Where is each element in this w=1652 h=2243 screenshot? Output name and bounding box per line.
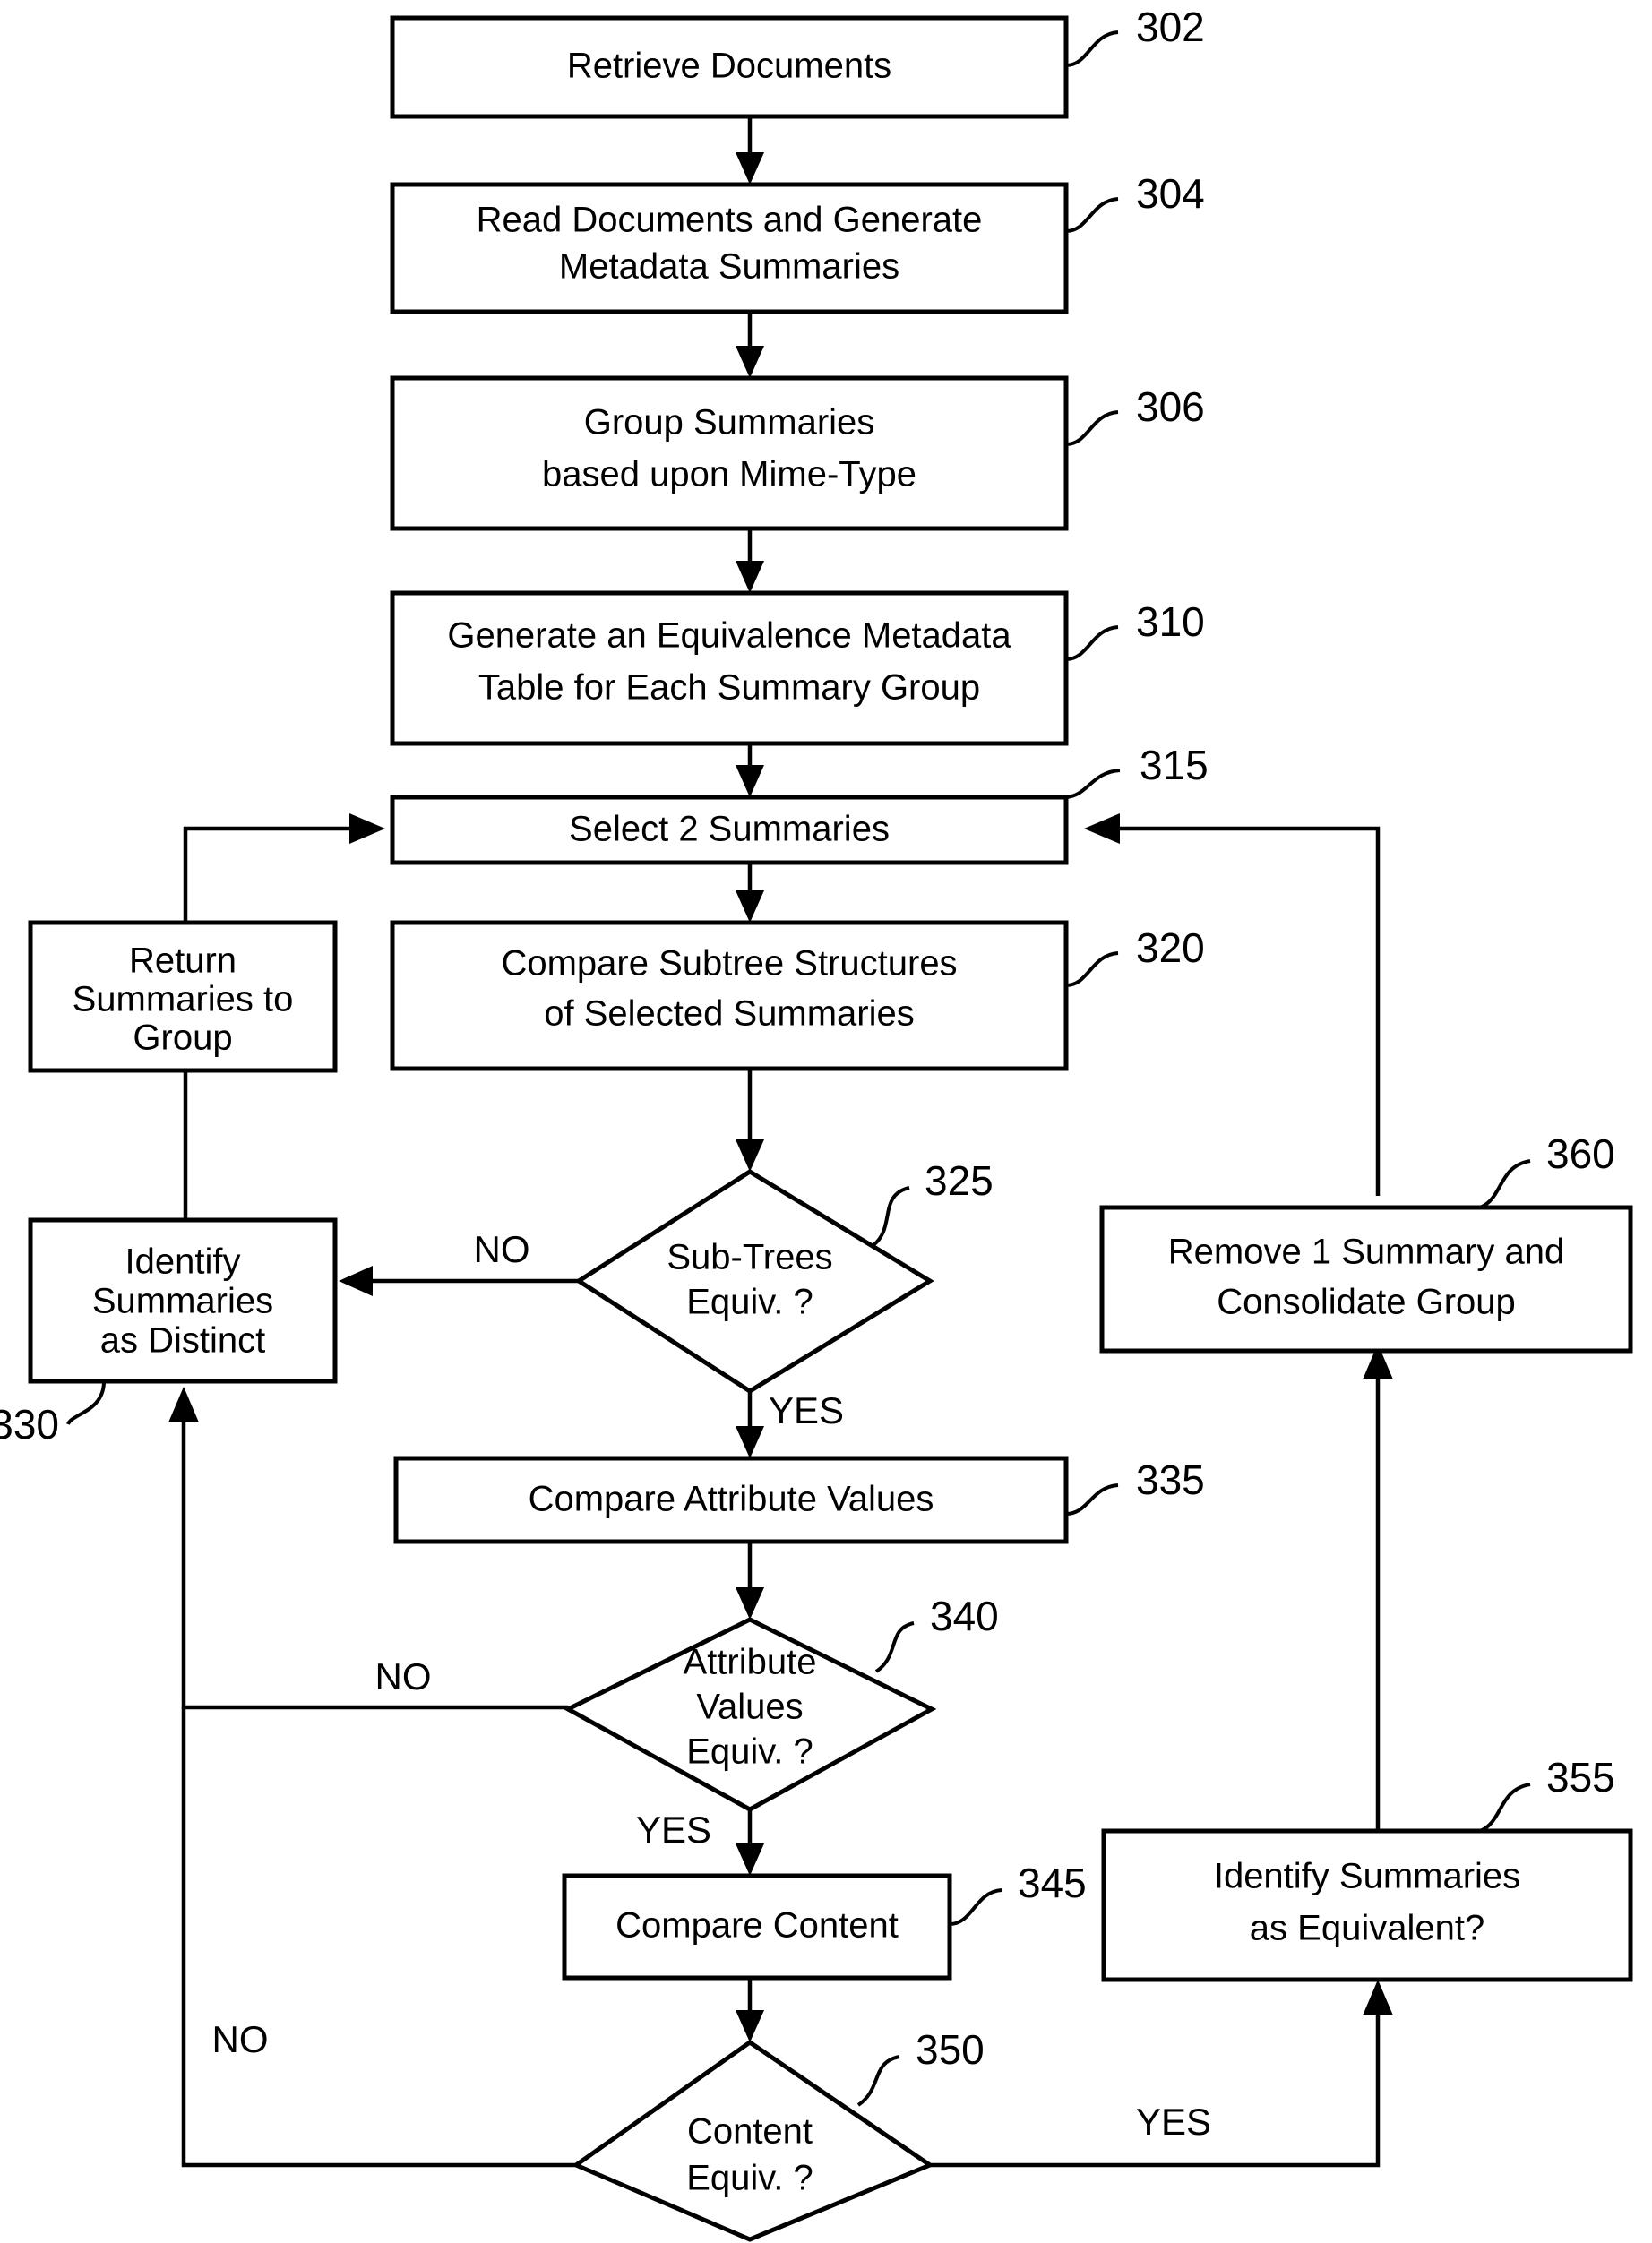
node-label-line3: Equiv. ? [686, 1732, 813, 1772]
connector-360-to-315 [1084, 813, 1381, 1196]
ref-number-325: 325 [925, 1157, 994, 1204]
node-label-line1: Read Documents and Generate [477, 201, 983, 240]
connector-345-to-350 [736, 1978, 764, 2042]
ref-number-330: 330 [0, 1401, 59, 1448]
connector-325-no-to-distinct [339, 1266, 579, 1296]
node-label-line2: Summaries to [73, 980, 294, 1019]
node-label-line2: based upon Mime-Type [542, 455, 916, 494]
ref-number-340: 340 [930, 1593, 999, 1639]
node-label-line1: Identify [125, 1242, 241, 1282]
ref-leader-304: 304 [1065, 170, 1205, 233]
node-read-documents-generate-summaries[interactable]: Read Documents and Generate Metadata Sum… [390, 182, 1069, 314]
connector-350-no-to-left-rail [181, 1707, 576, 2168]
node-label-line1: Generate an Equivalence Metadata [447, 616, 1011, 656]
ref-number-350: 350 [916, 2026, 985, 2073]
flowchart-svg: Retrieve Documents 302 Read Documents an… [0, 4, 1633, 2242]
node-label: Compare Attribute Values [529, 1480, 934, 1519]
connector-302-to-304 [736, 116, 764, 185]
flowchart-canvas: Retrieve Documents 302 Read Documents an… [0, 0, 1652, 2243]
ref-leader-310: 310 [1065, 598, 1205, 661]
node-identify-summaries-as-equivalent[interactable]: Identify Summaries as Equivalent? [1101, 1828, 1633, 1982]
node-label-line3: Group [133, 1018, 232, 1058]
edge-label-content-yes: YES [1136, 2101, 1211, 2143]
ref-leader-325: 325 [872, 1157, 994, 1247]
node-label-line1: Remove 1 Summary and [1168, 1233, 1564, 1272]
node-sub-trees-equiv-decision[interactable]: Sub-Trees Equiv. ? [574, 1169, 934, 1394]
node-compare-subtree-structures[interactable]: Compare Subtree Structures of Selected S… [390, 920, 1069, 1071]
node-label-line2: Table for Each Summary Group [478, 668, 980, 708]
node-remove-summary-consolidate-group[interactable]: Remove 1 Summary and Consolidate Group [1099, 1205, 1633, 1354]
connector-355-to-360 [1363, 1344, 1393, 1831]
connector-320-to-325 [736, 1069, 764, 1172]
connector-335-to-340 [736, 1542, 764, 1620]
ref-number-310: 310 [1136, 598, 1205, 645]
connector-304-to-306 [736, 312, 764, 378]
node-label-line2: Values [696, 1688, 803, 1727]
node-compare-attribute-values[interactable]: Compare Attribute Values [393, 1456, 1069, 1544]
node-return-summaries-to-group[interactable]: Return Summaries to Group [28, 920, 338, 1073]
edge-label-subtrees-no: NO [474, 1228, 530, 1270]
node-label: Retrieve Documents [567, 47, 891, 86]
ref-number-315: 315 [1140, 742, 1209, 788]
ref-number-335: 335 [1136, 1457, 1205, 1503]
connector-return-to-315 [183, 813, 385, 923]
ref-number-360: 360 [1546, 1130, 1615, 1177]
node-label: Compare Content [615, 1906, 899, 1946]
node-label-line2: Metadata Summaries [559, 247, 899, 287]
ref-number-320: 320 [1136, 924, 1205, 971]
ref-number-345: 345 [1018, 1860, 1087, 1906]
edge-label-attr-no: NO [375, 1655, 432, 1697]
edge-label-subtrees-yes: YES [769, 1389, 844, 1431]
node-label-line1: Identify Summaries [1214, 1857, 1520, 1896]
node-label-line3: as Distinct [100, 1321, 266, 1361]
ref-number-302: 302 [1136, 4, 1205, 50]
node-label-line1: Return [129, 941, 237, 981]
node-label-line2: of Selected Summaries [544, 994, 915, 1034]
node-group-summaries-mime-type[interactable]: Group Summaries based upon Mime-Type [390, 375, 1069, 531]
ref-number-355: 355 [1546, 1754, 1615, 1800]
node-generate-equivalence-table[interactable]: Generate an Equivalence Metadata Table f… [390, 590, 1069, 746]
node-label-line1: Attribute [684, 1643, 817, 1682]
ref-leader-350: 350 [856, 2026, 985, 2107]
edge-label-attr-yes: YES [636, 1809, 711, 1851]
node-select-2-summaries[interactable]: Select 2 Summaries [390, 795, 1069, 865]
node-label: Select 2 Summaries [569, 810, 890, 849]
connector-340-no-to-distinct [168, 1387, 568, 1710]
node-label-line2: Equiv. ? [686, 1283, 813, 1322]
connector-340-yes-to-345 [736, 1809, 764, 1876]
node-label-line2: Equiv. ? [686, 2159, 813, 2198]
ref-leader-335: 335 [1065, 1457, 1205, 1516]
node-compare-content[interactable]: Compare Content [562, 1873, 952, 1981]
ref-number-306: 306 [1136, 383, 1205, 430]
ref-leader-315: 315 [1065, 742, 1209, 799]
ref-leader-345: 345 [949, 1860, 1087, 1926]
node-label-line2: Summaries [92, 1282, 273, 1321]
ref-leader-340: 340 [874, 1593, 999, 1673]
node-label-line2: Consolidate Group [1217, 1283, 1516, 1322]
node-label-line2: as Equivalent? [1250, 1909, 1484, 1948]
node-identify-summaries-as-distinct[interactable]: Identify Summaries as Distinct [28, 1217, 338, 1384]
node-content-equiv-decision[interactable]: Content Equiv. ? [571, 2039, 935, 2242]
ref-leader-302: 302 [1065, 4, 1205, 67]
node-label-line1: Content [687, 2112, 813, 2152]
ref-leader-320: 320 [1065, 924, 1205, 987]
node-label-line1: Compare Subtree Structures [501, 944, 957, 984]
connector-306-to-310 [736, 529, 764, 593]
ref-leader-330: 330 [0, 1380, 106, 1448]
ref-leader-355: 355 [1479, 1754, 1615, 1833]
connector-325-yes-to-335 [736, 1391, 764, 1458]
node-retrieve-documents[interactable]: Retrieve Documents [390, 15, 1069, 119]
connector-315-to-320 [736, 863, 764, 923]
ref-leader-360: 360 [1479, 1130, 1615, 1209]
node-label-line1: Sub-Trees [667, 1238, 832, 1277]
node-label-line1: Group Summaries [584, 403, 875, 443]
ref-number-304: 304 [1136, 170, 1205, 217]
node-attribute-values-equiv-decision[interactable]: Attribute Values Equiv. ? [563, 1617, 937, 1812]
edge-label-content-no: NO [212, 2018, 269, 2060]
ref-leader-306: 306 [1065, 383, 1205, 446]
connector-310-to-315 [736, 743, 764, 797]
